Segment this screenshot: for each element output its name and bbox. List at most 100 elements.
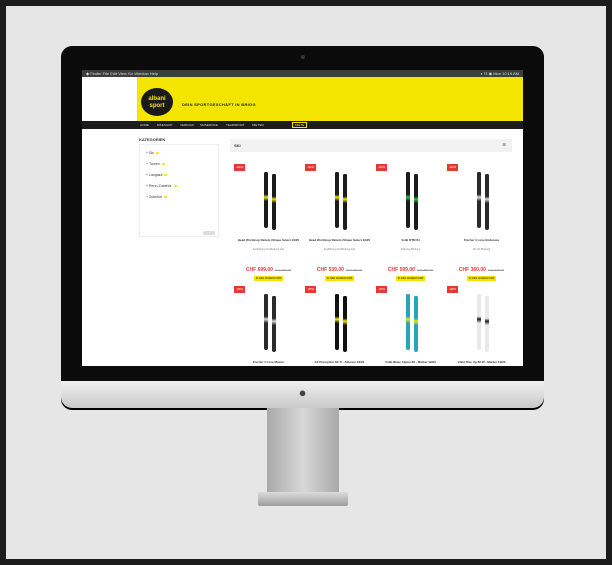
list-view-icon[interactable]: ☰ (502, 142, 506, 147)
product-card[interactable]: -30% Völkl Rise Up 82 W - Marker 19/20 S… (447, 286, 516, 366)
product-name[interactable]: Völkl Blaze Alpine 86 - Marker 19/20 (378, 360, 443, 364)
price-old: CHF 859.00 (416, 268, 434, 272)
price-old: CHF 999.00 (274, 268, 292, 272)
sale-badge: -30% (376, 164, 387, 171)
header-banner (137, 77, 523, 121)
tagline: DEIN SPORTGESCHÄFT IN BRIGG (182, 102, 256, 107)
category-renn-zubehor[interactable]: + Renn-Zubehör (146, 184, 177, 188)
product-image[interactable] (259, 292, 281, 354)
product-price: CHF 699.00 CHF 999.00 (234, 267, 303, 273)
product-card[interactable]: -30% Head Worldcup Rebels iShape Select … (234, 164, 303, 286)
sale-badge: -30% (305, 164, 316, 171)
nav-item-skiservice[interactable]: SKISERVICE (200, 122, 218, 128)
add-to-cart-button[interactable]: IN DEN WARENKORB (254, 276, 283, 281)
product-name[interactable]: Völkl Rise Up 82 W - Marker 19/20 (449, 360, 514, 364)
price-old: CHF 515.00 (487, 268, 505, 272)
product-card[interactable]: -30% Volkl RTM 84 Inklusive Bindung CHF … (376, 164, 445, 286)
imac-monitor: ◆ Finder File Edit View Go Window Help ◐… (61, 46, 544, 408)
count-badge (164, 196, 168, 198)
add-to-cart-button[interactable]: IN DEN WARENKORB (467, 276, 496, 281)
camera-icon (301, 55, 305, 59)
product-desc: Ski mit Bindung (472, 248, 491, 251)
product-image[interactable] (401, 292, 423, 354)
category-label: Renn-Zubehör (149, 184, 172, 188)
category-langlauf[interactable]: + Langlauf (146, 173, 168, 177)
product-price: CHF 599.00 CHF 859.00 (376, 267, 445, 273)
category-touren[interactable]: + Touren (146, 162, 165, 166)
product-name[interactable]: Fischer C-Line Endurace (449, 238, 514, 242)
sale-badge: -30% (447, 286, 458, 293)
category-label: Touren (148, 162, 160, 166)
ski-left (406, 294, 410, 350)
logo-line2: sport (149, 103, 165, 109)
category-zubehor[interactable]: + Zubehör (146, 195, 168, 199)
add-to-cart-button[interactable]: IN DEN WARENKORB (396, 276, 425, 281)
category-list: + Ski + Touren + Langlauf + Renn-Zubehör… (139, 144, 219, 237)
add-to-cart-button[interactable]: IN DEN WARENKORB (325, 276, 354, 281)
imac-chin: ● (61, 381, 544, 408)
logo[interactable]: albani sport (139, 86, 175, 118)
ski-right (343, 174, 347, 230)
price-current: CHF 539.00 (316, 267, 344, 273)
category-ski[interactable]: + Ski (146, 151, 159, 155)
imac-stand (267, 408, 339, 504)
logo-line1: albani (148, 96, 166, 102)
sidebar-title: KATEGORIEN (139, 137, 166, 142)
ski-right (272, 174, 276, 230)
ski-right (485, 174, 489, 230)
ski-left (335, 294, 339, 350)
product-name[interactable]: Head Worldcup Rebels iShape Select 19/20 (307, 238, 372, 242)
product-desc: Ausführung mit Bindung inkl. (252, 248, 285, 251)
product-card[interactable]: -30% Fischer C-Line Master Ski mit Bindu… (234, 286, 303, 366)
nav-item-home[interactable]: HOME (140, 122, 149, 128)
product-desc: Ausführung mit Bindung inkl. (323, 248, 356, 251)
menubar-left[interactable]: ◆ Finder File Edit View Go Window Help (86, 70, 158, 77)
product-image[interactable] (472, 170, 494, 232)
product-name[interactable]: K2 Disruption 82 Ti - Alliance 19/20 (307, 360, 372, 364)
product-desc: Inklusive Bindung (400, 248, 421, 251)
ski-left (335, 172, 339, 228)
sale-badge: -30% (305, 286, 316, 293)
nav-item-bikeshop[interactable]: BIKESHOP (157, 122, 172, 128)
ski-right (414, 174, 418, 230)
product-image[interactable] (330, 292, 352, 354)
product-card[interactable]: -30% Fischer C-Line Endurace Ski mit Bin… (447, 164, 516, 286)
nav-item-miete[interactable]: MIETE (292, 122, 308, 128)
count-badge (155, 152, 159, 154)
sale-badge: -30% (234, 286, 245, 293)
ski-right (272, 296, 276, 352)
product-image[interactable] (472, 292, 494, 354)
imac-base (258, 492, 348, 506)
ski-right (485, 296, 489, 352)
ski-right (343, 296, 347, 352)
nav-item-teamsport[interactable]: TEAMSPORT (226, 122, 245, 128)
site-header: albani sport DEIN SPORTGESCHÄFT IN BRIGG (82, 77, 523, 121)
filter-button[interactable] (203, 231, 215, 235)
nav-item-mietski[interactable]: MIETSKI (252, 122, 264, 128)
ski-left (477, 294, 481, 350)
product-card[interactable]: -30% Head Worldcup Rebels iShape Select … (305, 164, 374, 286)
ski-left (264, 294, 268, 350)
ski-left (264, 172, 268, 228)
product-name[interactable]: Volkl RTM 84 (378, 238, 443, 242)
main-header: SKI ☰ (230, 139, 512, 152)
price-current: CHF 360.00 (458, 267, 486, 273)
page-title: SKI (234, 143, 241, 148)
product-name[interactable]: Head Worldcup Rebels iShape Select 19/20 (236, 238, 301, 242)
sale-badge: -30% (447, 164, 458, 171)
menubar-right[interactable]: ◐ ☷ ◉ Mon 10:19 AM (480, 70, 519, 77)
mac-menubar: ◆ Finder File Edit View Go Window Help ◐… (82, 70, 523, 77)
product-card[interactable]: -30% Völkl Blaze Alpine 86 - Marker 19/2… (376, 286, 445, 366)
count-badge (173, 185, 177, 187)
product-name[interactable]: Fischer C-Line Master (236, 360, 301, 364)
sale-badge: -30% (234, 164, 245, 171)
apple-icon: ● (298, 385, 307, 400)
product-image[interactable] (259, 170, 281, 232)
product-card[interactable]: -30% K2 Disruption 82 Ti - Alliance 19/2… (305, 286, 374, 366)
product-price: CHF 360.00 CHF 515.00 (447, 267, 516, 273)
product-image[interactable] (330, 170, 352, 232)
category-label: Zubehör (149, 195, 163, 199)
nav-item-verkauf[interactable]: VERKAUF (180, 122, 194, 128)
ski-left (477, 172, 481, 228)
product-image[interactable] (401, 170, 423, 232)
